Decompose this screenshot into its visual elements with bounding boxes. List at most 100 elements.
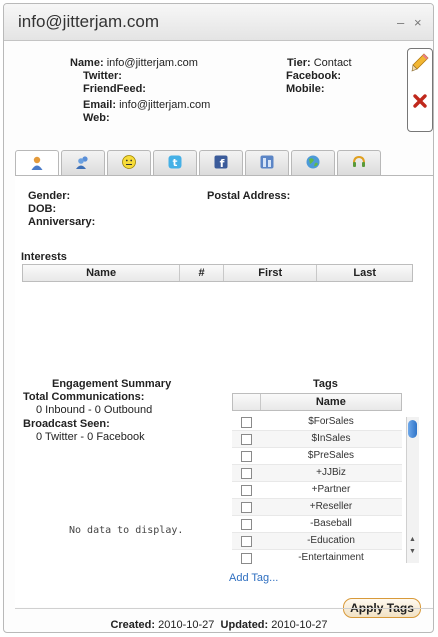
contact-window: info@jitterjam.com – × Name: info@jitter… (3, 3, 434, 633)
tag-name: -Education (307, 535, 355, 546)
tags-title: Tags (313, 378, 338, 390)
add-tag-link[interactable]: Add Tag... (229, 572, 278, 585)
email-row: Email: info@jitterjam.com (83, 99, 210, 112)
facebook-icon: f (213, 154, 229, 173)
scroll-up-icon[interactable]: ▲ (409, 536, 416, 543)
interests-title: Interests (21, 251, 67, 263)
tags-name-col[interactable]: Name (261, 394, 401, 410)
twitter-icon: t (167, 154, 183, 173)
tag-checkbox[interactable] (241, 451, 252, 462)
title-bar: info@jitterjam.com – × (4, 4, 433, 41)
anniversary-label: Anniversary: (28, 216, 96, 228)
facebook-label: Facebook: (286, 70, 342, 82)
friendfeed-row: FriendFeed: (83, 83, 146, 96)
tag-row[interactable]: $ForSales (232, 414, 402, 431)
scroll-thumb[interactable] (408, 420, 417, 438)
edit-pencil-icon[interactable] (411, 53, 429, 73)
scroll-down-icon[interactable]: ▼ (409, 548, 416, 555)
interests-header: Name # First Last (22, 264, 413, 282)
anniversary-row: Anniversary: (28, 216, 95, 229)
svg-text:f: f (220, 157, 225, 170)
tag-checkbox[interactable] (241, 502, 252, 513)
tag-checkbox[interactable] (241, 417, 252, 428)
friendfeed-icon (259, 154, 275, 173)
globe-icon (305, 154, 321, 173)
tab-phone[interactable] (337, 150, 381, 175)
updated-label: Updated: (220, 619, 269, 631)
tab-facebook[interactable]: f (199, 150, 243, 175)
updated-value: 2010-10-27 (271, 619, 328, 631)
tags-list: $ForSales $InSales $PreSales +JJBiz +Par… (232, 414, 402, 565)
engagement-empty-message: No data to display. (69, 525, 184, 536)
tag-row[interactable]: +Partner (232, 482, 402, 499)
tag-name: +Reseller (309, 501, 353, 512)
web-label: Web: (83, 112, 110, 124)
engagement-title: Engagement Summary (52, 378, 172, 390)
people-icon (75, 154, 91, 173)
tag-checkbox[interactable] (241, 434, 252, 445)
col-first[interactable]: First (224, 265, 318, 281)
tags-grid: Name $ForSales $InSales $PreSales +JJBiz… (232, 393, 419, 565)
tag-checkbox[interactable] (241, 536, 252, 547)
tag-name: $ForSales (308, 416, 354, 427)
contact-tabs: t f (15, 150, 433, 177)
phone-icon (351, 154, 367, 173)
tag-name: -Entertainment (298, 552, 364, 563)
friendfeed-label: FriendFeed: (83, 83, 146, 95)
dob-label: DOB: (28, 203, 57, 215)
gender-row: Gender: (28, 190, 70, 203)
created-value: 2010-10-27 (158, 619, 215, 631)
tag-name: -Baseball (310, 518, 352, 529)
tab-people[interactable] (61, 150, 105, 175)
col-last[interactable]: Last (317, 265, 412, 281)
name-value: info@jitterjam.com (106, 57, 198, 69)
tag-checkbox[interactable] (241, 553, 252, 564)
broadcast-seen-value: 0 Twitter - 0 Facebook (36, 431, 145, 443)
tag-row[interactable]: +JJBiz (232, 465, 402, 482)
tag-row[interactable]: $PreSales (232, 448, 402, 465)
tag-row[interactable]: -Baseball (232, 516, 402, 533)
contact-actions (407, 48, 433, 132)
name-label: Name: (70, 57, 104, 69)
gender-label: Gender: (28, 190, 71, 202)
tag-row[interactable]: -Entertainment (232, 550, 402, 565)
tab-web[interactable] (291, 150, 335, 175)
mobile-label: Mobile: (286, 83, 325, 95)
tag-name: +JJBiz (316, 467, 346, 478)
delete-x-icon[interactable] (412, 93, 428, 109)
svg-text:t: t (173, 158, 178, 169)
tag-name: +Partner (311, 484, 351, 495)
postal-row: Postal Address: (207, 190, 290, 203)
footer-divider (15, 608, 433, 609)
twitter-label: Twitter: (83, 70, 122, 82)
tab-mood[interactable] (107, 150, 151, 175)
tag-row[interactable]: +Reseller (232, 499, 402, 516)
email-value: info@jitterjam.com (119, 99, 211, 111)
tab-friendfeed[interactable] (245, 150, 289, 175)
minimize-button[interactable]: – (397, 15, 404, 30)
tag-row[interactable]: -Education (232, 533, 402, 550)
tag-checkbox[interactable] (241, 519, 252, 530)
tab-twitter[interactable]: t (153, 150, 197, 175)
facebook-row: Facebook: (286, 70, 341, 83)
col-name[interactable]: Name (23, 265, 181, 281)
tags-scrollbar[interactable]: ▲ ▼ (406, 417, 419, 563)
tab-person[interactable] (15, 150, 59, 177)
col-count[interactable]: # (180, 265, 224, 281)
tag-name: $PreSales (307, 450, 355, 461)
tag-checkbox[interactable] (241, 485, 252, 496)
postal-label: Postal Address: (207, 190, 291, 202)
broadcast-seen-label: Broadcast Seen: (23, 418, 110, 430)
tags-select-col[interactable] (233, 394, 261, 410)
dob-row: DOB: (28, 203, 56, 216)
tier-label: Tier: (287, 57, 311, 69)
close-window-button[interactable]: × (414, 15, 422, 30)
window-title: info@jitterjam.com (18, 12, 160, 31)
total-communications-value: 0 Inbound - 0 Outbound (36, 404, 153, 416)
email-label: Email: (83, 99, 117, 111)
twitter-row: Twitter: (83, 70, 122, 83)
tag-checkbox[interactable] (241, 468, 252, 479)
tier-value: Contact (313, 57, 352, 69)
tag-row[interactable]: $InSales (232, 431, 402, 448)
tags-header: Name (232, 393, 402, 411)
